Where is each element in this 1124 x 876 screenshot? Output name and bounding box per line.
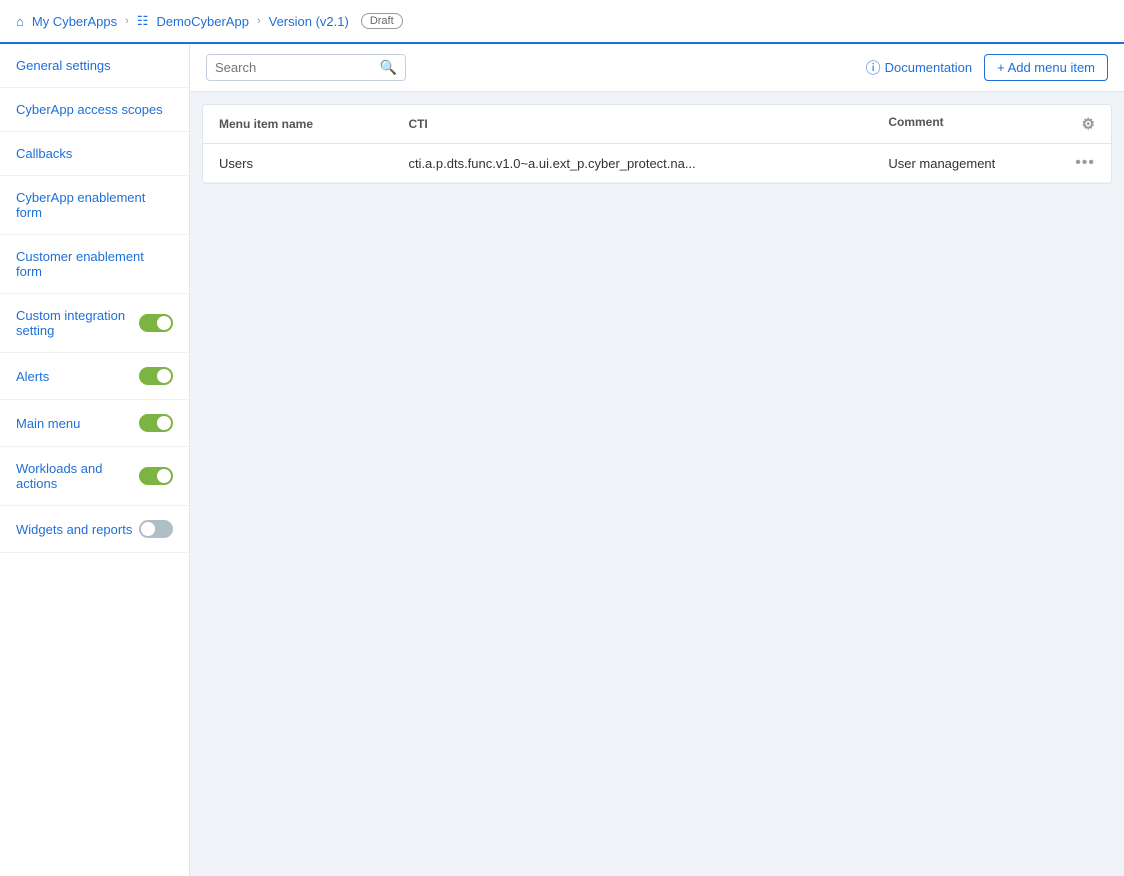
sidebar-label-general-settings: General settings [16,58,111,73]
info-icon: ⓘ [866,57,881,78]
search-box[interactable]: 🔍 [206,54,406,81]
sidebar: General settings CyberApp access scopes Ca… [0,44,190,876]
comment-text: User management [888,156,995,171]
cell-comment: User management ••• [872,144,1111,182]
column-menu-item-name: Menu item name [203,105,392,144]
sidebar-label-customer-enablement-form: Customer enablement form [16,249,173,279]
documentation-label: Documentation [885,60,972,75]
apps-icon: ☷ [137,13,149,29]
sidebar-label-callbacks: Callbacks [16,146,72,161]
documentation-link[interactable]: ⓘ Documentation [866,57,972,78]
sidebar-item-custom-integration-setting[interactable]: Custom integration setting [0,294,189,353]
table-container: Menu item name CTI Comment ⚙ Userscti.a.… [202,104,1112,184]
column-comment: Comment ⚙ [872,105,1111,144]
search-input[interactable] [215,60,380,75]
breadcrumb-chevron-2: › [257,15,261,27]
cell-menu-item-name: Users [203,144,392,183]
sidebar-item-customer-enablement-form[interactable]: Customer enablement form [0,235,189,294]
toggle-alerts[interactable] [139,367,173,385]
sidebar-label-alerts: Alerts [16,369,49,384]
toggle-widgets-and-reports[interactable] [139,520,173,538]
breadcrumb-my-cyberapps[interactable]: My CyberApps [32,14,117,29]
sidebar-label-widgets-and-reports: Widgets and reports [16,522,132,537]
row-more-button[interactable]: ••• [1075,154,1095,172]
sidebar-item-cyberapp-access-scopes[interactable]: CyberApp access scopes [0,88,189,132]
add-menu-item-button[interactable]: + Add menu item [984,54,1108,81]
toolbar-actions: ⓘ Documentation + Add menu item [866,54,1108,81]
sidebar-item-main-menu[interactable]: Main menu [0,400,189,447]
toggle-workloads-and-actions[interactable] [139,467,173,485]
table-settings-icon[interactable]: ⚙ [1082,115,1095,133]
sidebar-label-workloads-and-actions: Workloads and actions [16,461,139,491]
toolbar: 🔍 ⓘ Documentation + Add menu item [190,44,1124,92]
top-bar: ⌂ My CyberApps › ☷ DemoCyberApp › Versio… [0,0,1124,44]
cell-cti: cti.a.p.dts.func.v1.0~a.ui.ext_p.cyber_p… [392,144,872,183]
column-cti: CTI [392,105,872,144]
sidebar-item-alerts[interactable]: Alerts [0,353,189,400]
sidebar-item-widgets-and-reports[interactable]: Widgets and reports [0,506,189,553]
sidebar-item-workloads-and-actions[interactable]: Workloads and actions [0,447,189,506]
main-content: 🔍 ⓘ Documentation + Add menu item Menu i… [190,44,1124,876]
table-header-row: Menu item name CTI Comment ⚙ [203,105,1111,144]
sidebar-label-main-menu: Main menu [16,416,80,431]
sidebar-item-general-settings[interactable]: General settings [0,44,189,88]
sidebar-label-cyberapp-enablement-form: CyberApp enablement form [16,190,173,220]
breadcrumb-chevron-1: › [125,15,129,27]
sidebar-label-cyberapp-access-scopes: CyberApp access scopes [16,102,163,117]
breadcrumb-democyberapp[interactable]: DemoCyberApp [156,14,249,29]
breadcrumb-version[interactable]: Version (v2.1) [269,14,349,29]
sidebar-item-cyberapp-enablement-form[interactable]: CyberApp enablement form [0,176,189,235]
toggle-custom-integration-setting[interactable] [139,314,173,332]
sidebar-label-custom-integration-setting: Custom integration setting [16,308,139,338]
menu-items-table: Menu item name CTI Comment ⚙ Userscti.a.… [203,105,1111,183]
layout: General settings CyberApp access scopes Ca… [0,44,1124,876]
table-row: Userscti.a.p.dts.func.v1.0~a.ui.ext_p.cy… [203,144,1111,183]
search-icon: 🔍 [380,59,397,76]
toggle-main-menu[interactable] [139,414,173,432]
sidebar-item-callbacks[interactable]: Callbacks [0,132,189,176]
home-icon: ⌂ [16,14,24,29]
draft-badge: Draft [361,13,403,29]
